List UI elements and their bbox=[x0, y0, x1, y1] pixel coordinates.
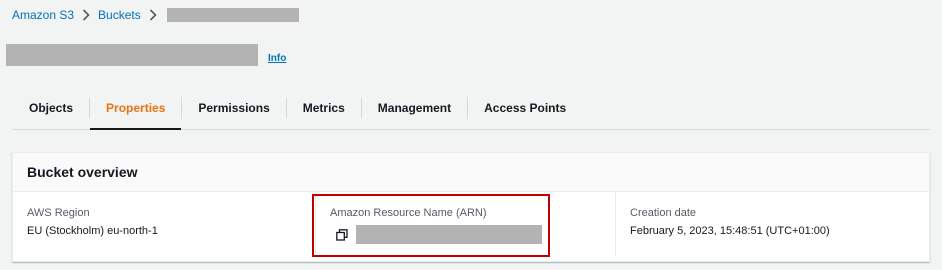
arn-column: Amazon Resource Name (ARN) bbox=[315, 192, 585, 256]
tab-objects[interactable]: Objects bbox=[12, 87, 89, 129]
breadcrumb-bucket-name-redacted bbox=[166, 8, 299, 22]
aws-region-label: AWS Region bbox=[27, 207, 90, 219]
creation-date-label: Creation date bbox=[630, 207, 697, 219]
s3-bucket-page: Amazon S3 Buckets Info Objects Propertie… bbox=[0, 0, 942, 270]
tab-permissions[interactable]: Permissions bbox=[182, 87, 285, 129]
bucket-overview-title: Bucket overview bbox=[13, 153, 929, 192]
info-link[interactable]: Info bbox=[268, 53, 286, 64]
tab-properties[interactable]: Properties bbox=[90, 87, 182, 130]
breadcrumb-amazon-s3[interactable]: Amazon S3 bbox=[12, 8, 74, 22]
arn-row bbox=[330, 225, 585, 244]
chevron-right-icon bbox=[149, 9, 157, 21]
bucket-overview-card: Bucket overview AWS Region EU (Stockholm… bbox=[12, 152, 930, 262]
tab-access-points[interactable]: Access Points bbox=[468, 87, 582, 129]
chevron-right-icon bbox=[82, 9, 90, 21]
breadcrumb: Amazon S3 Buckets bbox=[12, 6, 299, 24]
page-title-row: Info bbox=[6, 44, 286, 66]
tab-list: Objects Properties Permissions Metrics M… bbox=[12, 87, 930, 130]
creation-date-value: February 5, 2023, 15:48:51 (UTC+01:00) bbox=[630, 225, 830, 237]
aws-region-value: EU (Stockholm) eu-north-1 bbox=[27, 225, 158, 237]
bucket-tabs: Objects Properties Permissions Metrics M… bbox=[12, 87, 930, 130]
copy-icon[interactable] bbox=[336, 227, 352, 243]
page-title-redacted bbox=[6, 44, 258, 66]
arn-label: Amazon Resource Name (ARN) bbox=[330, 207, 487, 219]
tab-metrics[interactable]: Metrics bbox=[287, 87, 361, 129]
arn-value-redacted bbox=[356, 225, 542, 244]
creation-date-column: Creation date February 5, 2023, 15:48:51… bbox=[615, 192, 915, 256]
aws-region-column: AWS Region EU (Stockholm) eu-north-1 bbox=[27, 192, 297, 256]
bucket-overview-body: AWS Region EU (Stockholm) eu-north-1 Ama… bbox=[13, 192, 929, 262]
breadcrumb-buckets[interactable]: Buckets bbox=[98, 8, 141, 22]
tab-management[interactable]: Management bbox=[362, 87, 467, 129]
